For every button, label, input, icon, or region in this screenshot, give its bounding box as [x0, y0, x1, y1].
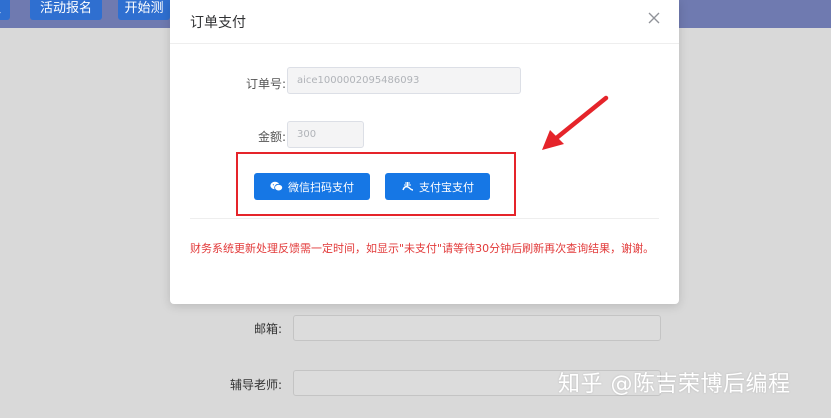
- red-arrow-icon: [536, 94, 610, 158]
- topbar-button-activity-signup[interactable]: 活动报名: [30, 0, 102, 20]
- teacher-label: 辅导老师:: [229, 378, 282, 392]
- topbar-button-start-test[interactable]: 开始测: [118, 0, 170, 20]
- topbar-button-cut[interactable]: 员: [0, 0, 10, 20]
- topbar-button-label: 开始测: [124, 1, 164, 16]
- topbar-button-label: 员: [0, 1, 2, 16]
- amount-label: 金额:: [257, 130, 286, 144]
- payment-notice: 财务系统更新处理反馈需一定时间，如显示"未支付"请等待30分钟后刷新再次查询结果…: [190, 242, 655, 255]
- highlight-box: [236, 152, 516, 216]
- topbar-button-label: 活动报名: [39, 1, 92, 16]
- amount-field[interactable]: [287, 121, 364, 148]
- watermark: 知乎 @陈吉荣博后编程: [558, 372, 791, 397]
- header-divider: [170, 43, 679, 44]
- dialog-title: 订单支付: [190, 15, 246, 31]
- email-label: 邮箱:: [253, 322, 282, 336]
- order-number-field[interactable]: [287, 67, 521, 94]
- close-icon[interactable]: [645, 9, 663, 27]
- order-number-label: 订单号:: [245, 77, 286, 91]
- email-field[interactable]: [293, 315, 661, 341]
- content-divider: [190, 218, 659, 219]
